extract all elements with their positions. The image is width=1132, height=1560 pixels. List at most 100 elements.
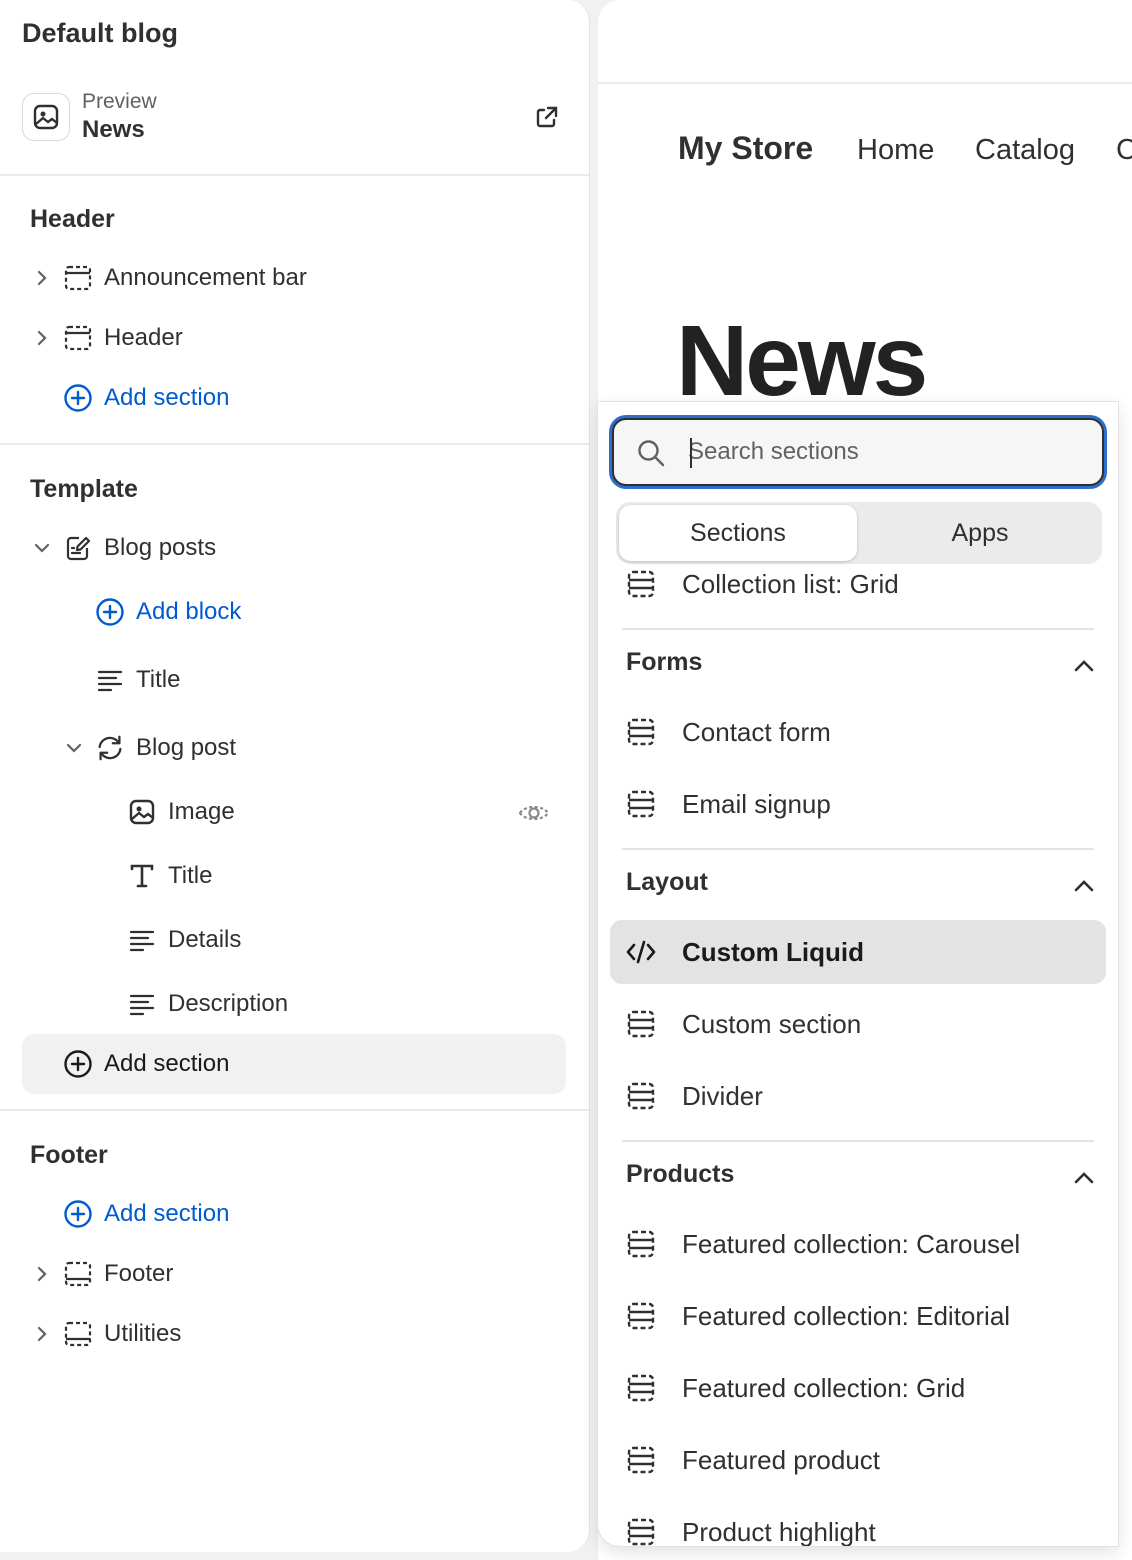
search-field[interactable] — [612, 418, 1104, 486]
section-icon — [624, 1443, 658, 1477]
preview-label: Preview — [82, 90, 157, 113]
text-caret — [690, 438, 692, 468]
nav-link-contact[interactable]: C — [1116, 134, 1132, 167]
item-label: Custom section — [682, 1008, 862, 1039]
tree-label: Utilities — [104, 1320, 182, 1347]
group-title-template: Template — [30, 475, 138, 503]
list-item[interactable]: Email signup — [610, 772, 1106, 836]
item-label: Product highlight — [682, 1516, 876, 1547]
section-footer-icon — [62, 1258, 94, 1290]
plus-circle-icon — [62, 382, 94, 414]
section-icon — [624, 787, 658, 821]
add-section-footer-button[interactable]: Add section — [62, 1188, 229, 1240]
tab-sections[interactable]: Sections — [619, 505, 857, 561]
chevron-down-icon[interactable] — [62, 736, 86, 760]
group-title-footer: Footer — [30, 1141, 108, 1169]
divider — [0, 174, 589, 176]
item-label: Featured collection: Editorial — [682, 1300, 1011, 1331]
list-item[interactable]: Featured collection: Grid — [610, 1356, 1106, 1420]
section-icon — [624, 715, 658, 749]
tree-label: Header — [104, 324, 183, 351]
list-item[interactable]: Contact form — [610, 700, 1106, 764]
item-label: Email signup — [682, 788, 831, 819]
divider — [598, 82, 1132, 84]
section-blog-posts[interactable]: Blog posts — [30, 522, 216, 574]
nav-link-catalog[interactable]: Catalog — [975, 134, 1075, 167]
add-section-label: Add section — [104, 1200, 230, 1227]
item-label: Custom Liquid — [682, 936, 864, 967]
plus-circle-icon — [94, 596, 126, 628]
divider — [0, 443, 589, 445]
section-icon — [624, 1227, 658, 1261]
text-icon — [126, 860, 158, 892]
section-icon — [624, 1299, 658, 1333]
section-list[interactable]: Collection list: Grid Forms Contact form… — [598, 564, 1118, 1546]
repeat-icon — [94, 732, 126, 764]
section-icon — [624, 567, 658, 601]
chevron-right-icon[interactable] — [30, 266, 54, 290]
category-forms[interactable]: Forms — [626, 648, 1098, 688]
tree-label: Title — [136, 666, 181, 693]
add-section-popover: Sections Apps Collection list: Grid Form… — [598, 402, 1118, 1546]
list-item[interactable]: Featured collection: Carousel — [610, 1212, 1106, 1276]
block-details[interactable]: Details — [126, 914, 241, 966]
tree-label: Blog post — [136, 734, 237, 761]
section-header-icon — [62, 262, 94, 294]
tab-apps[interactable]: Apps — [861, 505, 1099, 561]
list-item[interactable]: Collection list: Grid — [610, 564, 1106, 616]
list-item[interactable]: Featured collection: Editorial — [610, 1284, 1106, 1348]
chevron-down-icon[interactable] — [30, 536, 54, 560]
block-blog-post[interactable]: Blog post — [62, 722, 236, 774]
divider — [622, 628, 1094, 630]
add-section-template-button[interactable]: Add section — [22, 1034, 566, 1094]
text-align-left-icon — [126, 988, 158, 1020]
item-label: Collection list: Grid — [682, 568, 899, 599]
chevron-up-icon[interactable] — [1070, 872, 1098, 900]
tree-label: Details — [168, 926, 242, 953]
section-icon — [624, 1079, 658, 1113]
chevron-up-icon[interactable] — [1070, 652, 1098, 680]
edit-document-icon — [62, 532, 94, 564]
text-align-left-icon — [126, 924, 158, 956]
preview-selector[interactable]: Preview News — [22, 90, 570, 150]
category-products[interactable]: Products — [626, 1160, 1098, 1200]
section-announcement-bar[interactable]: Announcement bar — [30, 252, 307, 304]
list-item[interactable]: Custom section — [610, 992, 1106, 1056]
picker-tabs: Sections Apps — [616, 502, 1102, 564]
chevron-right-icon[interactable] — [30, 1262, 54, 1286]
preview-value: News — [82, 116, 145, 143]
section-utilities[interactable]: Utilities — [30, 1308, 181, 1360]
block-image[interactable]: Image — [126, 786, 235, 838]
list-item[interactable]: Featured product — [610, 1428, 1106, 1492]
group-title-header: Header — [30, 205, 115, 233]
block-title[interactable]: Title — [94, 654, 180, 706]
chevron-right-icon[interactable] — [30, 326, 54, 350]
search-icon — [636, 438, 666, 468]
search-input[interactable] — [688, 432, 1088, 472]
section-icon — [624, 1515, 658, 1546]
nav-link-home[interactable]: Home — [857, 134, 934, 167]
add-section-header-button[interactable]: Add section — [62, 372, 229, 424]
divider — [622, 848, 1094, 850]
section-header-icon — [62, 322, 94, 354]
text-align-left-icon — [94, 664, 126, 696]
category-layout[interactable]: Layout — [626, 868, 1098, 908]
block-title[interactable]: Title — [126, 850, 212, 902]
list-item[interactable]: Product highlight — [610, 1500, 1106, 1546]
block-description[interactable]: Description — [126, 978, 288, 1030]
section-header[interactable]: Header — [30, 312, 183, 364]
list-item-selected[interactable]: Custom Liquid — [610, 920, 1106, 984]
hidden-eye-icon[interactable] — [516, 795, 552, 831]
add-block-button[interactable]: Add block — [94, 586, 241, 638]
item-label: Contact form — [682, 716, 831, 747]
external-link-icon[interactable] — [534, 104, 560, 130]
section-footer[interactable]: Footer — [30, 1248, 173, 1300]
tree-label: Description — [168, 990, 289, 1017]
chevron-up-icon[interactable] — [1070, 1164, 1098, 1192]
list-item[interactable]: Divider — [610, 1064, 1106, 1128]
store-name: My Store — [678, 130, 814, 166]
theme-editor-sidebar: Default blog Preview News Header Announc… — [0, 0, 590, 1552]
chevron-right-icon[interactable] — [30, 1322, 54, 1346]
divider — [0, 1109, 589, 1111]
category-title: Products — [626, 1160, 735, 1188]
